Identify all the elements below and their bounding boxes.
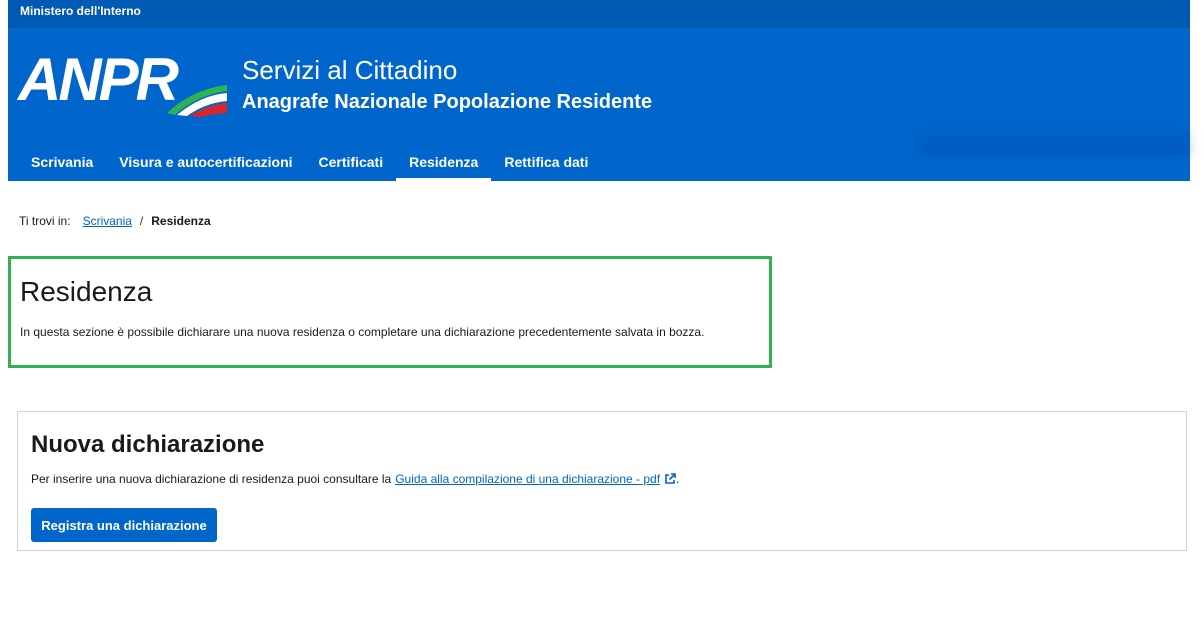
breadcrumb-current: Residenza <box>151 214 211 228</box>
breadcrumb-separator: / <box>139 214 144 228</box>
register-declaration-button[interactable]: Registra una dichiarazione <box>31 508 217 542</box>
flag-swoosh-icon <box>167 85 227 117</box>
site-header: ANPR Servizi al Cittadino Anagrafe Nazio… <box>8 28 1190 181</box>
nav-item-visura[interactable]: Visura e autocertificazioni <box>106 146 305 181</box>
logo-text: ANPR <box>18 46 179 113</box>
guide-pdf-link-label: Guida alla compilazione di una dichiaraz… <box>395 472 661 486</box>
card-description-suffix: . <box>676 472 680 486</box>
header-shadow <box>918 124 1190 154</box>
nav-item-scrivania[interactable]: Scrivania <box>18 146 106 181</box>
breadcrumb-prefix: Ti trovi in: <box>19 214 71 228</box>
intro-section: Residenza In questa sezione è possibile … <box>8 256 772 368</box>
main-nav: Scrivania Visura e autocertificazioni Ce… <box>18 146 601 181</box>
site-subtitle: Anagrafe Nazionale Popolazione Residente <box>242 91 653 113</box>
breadcrumb: Ti trovi in: Scrivania / Residenza <box>19 214 211 228</box>
nav-item-residenza[interactable]: Residenza <box>396 146 492 181</box>
site-title: Servizi al Cittadino <box>242 55 458 85</box>
ministry-label: Ministero dell'Interno <box>20 4 141 18</box>
card-description: Per inserire una nuova dichiarazione di … <box>31 472 679 486</box>
external-link-icon <box>665 473 676 484</box>
guide-pdf-link[interactable]: Guida alla compilazione di una dichiaraz… <box>395 472 676 486</box>
ministry-bar: Ministero dell'Interno <box>8 0 1190 28</box>
anpr-logo[interactable]: ANPR <box>18 48 228 118</box>
card-title: Nuova dichiarazione <box>31 431 265 458</box>
page-description: In questa sezione è possibile dichiarare… <box>20 325 705 339</box>
nav-item-certificati[interactable]: Certificati <box>306 146 397 181</box>
page-title: Residenza <box>20 276 153 307</box>
card-description-text: Per inserire una nuova dichiarazione di … <box>31 472 392 486</box>
breadcrumb-link-scrivania[interactable]: Scrivania <box>83 214 132 228</box>
new-declaration-card: Nuova dichiarazione Per inserire una nuo… <box>17 411 1187 551</box>
nav-item-rettifica[interactable]: Rettifica dati <box>491 146 601 181</box>
